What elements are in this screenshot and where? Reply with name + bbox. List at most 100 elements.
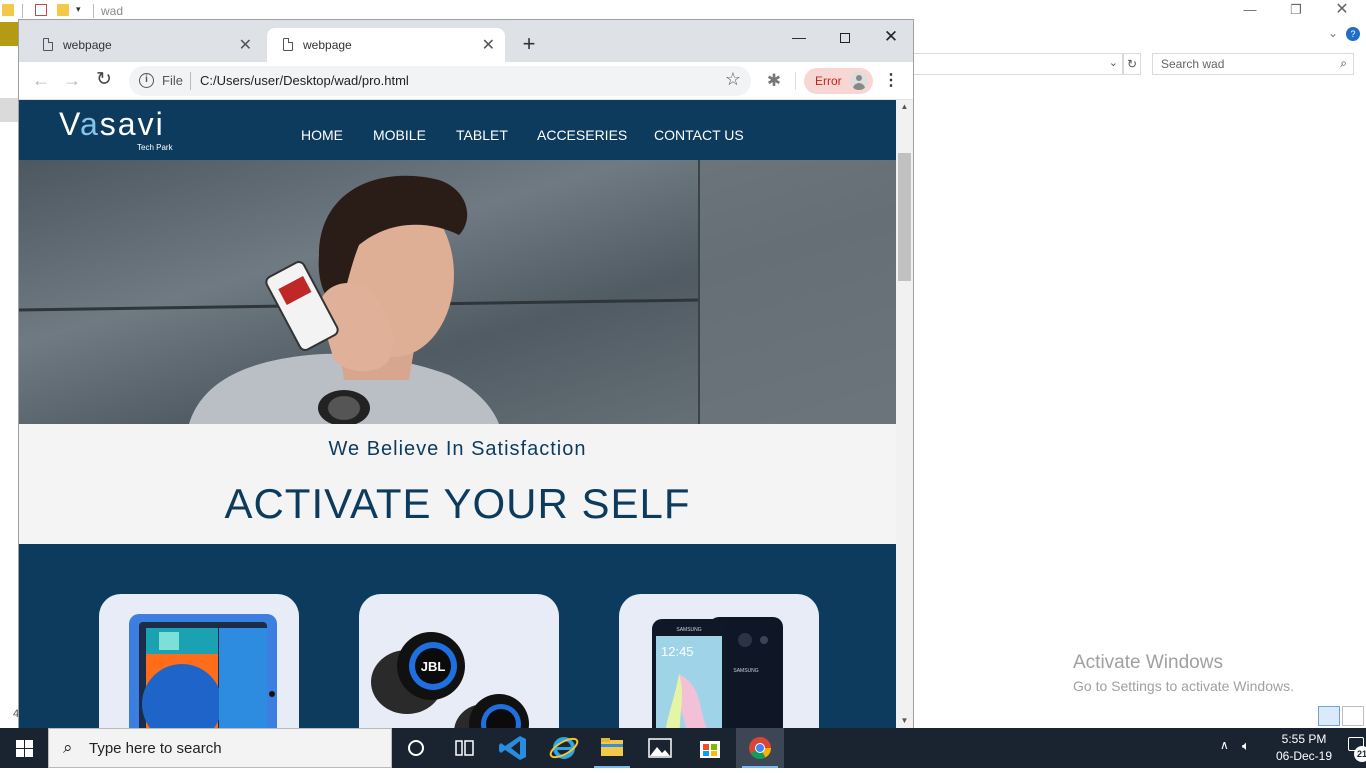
close-tab-icon[interactable]: ✕ [239, 35, 252, 55]
help-icon[interactable]: ? [1346, 27, 1360, 41]
earbuds-image: JBL [371, 632, 529, 728]
avatar-icon [850, 72, 868, 90]
nav-tablet[interactable]: TABLET [456, 127, 508, 143]
explorer-title: wad [101, 4, 124, 18]
windows-logo-pane [25, 740, 33, 748]
taskbar-search-placeholder: Type here to search [89, 740, 222, 757]
clock-date: 06-Dec-19 [1275, 749, 1333, 763]
explorer-minimize-button[interactable]: — [1227, 0, 1273, 22]
menu-kebab-icon[interactable]: ⋮ [883, 72, 899, 92]
divider [190, 72, 191, 90]
task-view-icon [455, 740, 474, 756]
minimize-button[interactable]: — [776, 24, 822, 50]
earbuds-brand-text: JBL [421, 659, 446, 674]
address-bar[interactable]: i File C:/Users/user/Desktop/wad/pro.htm… [129, 66, 751, 96]
expand-ribbon-icon[interactable]: ⌄ [1328, 26, 1338, 40]
nav-contact-us[interactable]: CONTACT US [654, 127, 744, 143]
chrome-taskbar-button[interactable] [736, 728, 784, 768]
photos-taskbar-button[interactable] [636, 728, 684, 768]
phone-screen-time: 12:45 [661, 644, 694, 659]
activate-title: Activate Windows [1073, 652, 1223, 673]
activate-subtitle: Go to Settings to activate Windows. [1073, 678, 1294, 694]
file-explorer-taskbar-button[interactable] [588, 728, 636, 768]
task-view-button[interactable] [440, 728, 488, 768]
photos-icon [648, 738, 672, 758]
product-card-tablet[interactable] [99, 594, 299, 728]
logo-accent: a [79, 106, 100, 142]
tagline: We Believe In Satisfaction [328, 438, 587, 460]
nav-home[interactable]: HOME [301, 127, 343, 143]
divider [93, 4, 94, 18]
site-header: Vasavi Tech Park HOME MOBILE TABLET ACCE… [19, 100, 896, 160]
chrome-icon [749, 737, 771, 759]
volume-icon[interactable]: 🔈︎ [1242, 738, 1250, 754]
clock-time: 5:55 PM [1281, 732, 1327, 746]
taskbar-search-input[interactable]: ⌕ Type here to search [48, 728, 392, 768]
close-tab-icon[interactable]: ✕ [482, 35, 495, 55]
logo-subtitle: Tech Park [137, 143, 173, 152]
cortana-icon [408, 740, 424, 756]
new-folder-icon[interactable] [57, 4, 69, 16]
new-tab-button[interactable]: + [517, 33, 541, 57]
maximize-button[interactable] [822, 24, 868, 50]
explorer-close-button[interactable]: ✕ [1319, 0, 1365, 22]
customize-quick-access-icon[interactable]: ▾ [76, 4, 81, 15]
close-window-button[interactable]: ✕ [868, 24, 914, 50]
scroll-up-arrow-icon[interactable]: ▲ [896, 100, 913, 114]
profile-status: Error [815, 74, 842, 88]
tab-strip: webpage ✕ webpage ✕ + — ✕ [19, 20, 913, 62]
large-icons-view-icon[interactable] [1342, 706, 1364, 726]
nav-mobile[interactable]: MOBILE [373, 127, 426, 143]
scroll-thumb[interactable] [898, 153, 911, 281]
product-card-smartphone[interactable]: SAMSUNG SAMSUNG 12:45 [619, 594, 819, 728]
vscode-taskbar-button[interactable] [490, 728, 538, 768]
explorer-ribbon-strip [0, 22, 19, 46]
product-card-earbuds[interactable]: JBL [359, 594, 559, 728]
explorer-restore-button[interactable]: ❐ [1273, 0, 1319, 22]
explorer-search-placeholder: Search wad [1161, 57, 1225, 71]
windows-logo-pane [25, 749, 33, 757]
internet-explorer-icon [549, 737, 579, 759]
site-logo[interactable]: Vasavi [59, 106, 165, 143]
url-text[interactable]: C:/Users/user/Desktop/wad/pro.html [200, 73, 409, 88]
internet-explorer-taskbar-button[interactable] [540, 728, 588, 768]
bookmark-star-icon[interactable]: ☆ [725, 69, 741, 90]
headline: ACTIVATE YOUR SELF [224, 480, 691, 527]
profile-error-button[interactable]: Error [804, 68, 873, 94]
start-button[interactable] [0, 728, 48, 768]
vertical-scrollbar[interactable]: ▲ ▼ [896, 100, 913, 728]
nav-acceseries[interactable]: ACCESERIES [537, 127, 627, 143]
properties-icon[interactable] [35, 4, 47, 16]
store-taskbar-button[interactable] [686, 728, 734, 768]
cortana-button[interactable] [392, 728, 440, 768]
search-icon: ⌕ [63, 738, 73, 757]
chrome-window: webpage ✕ webpage ✕ + — ✕ ← → ↻ i File C… [18, 19, 914, 728]
tab-webpage-2[interactable]: webpage ✕ [267, 28, 505, 62]
forward-button[interactable]: → [62, 71, 82, 91]
divider [795, 72, 796, 90]
phone-front-brand: SAMSUNG [676, 627, 701, 633]
show-hidden-icons-icon[interactable]: ∧ [1220, 738, 1229, 752]
explorer-search-input[interactable]: Search wad ⌕ [1152, 53, 1354, 75]
refresh-icon[interactable]: ↻ [1123, 53, 1141, 75]
extension-puzzle-icon[interactable]: ✱ [764, 71, 784, 91]
tab-title: webpage [63, 38, 112, 52]
clock[interactable]: 5:55 PM 06-Dec-19 [1274, 731, 1334, 765]
windows-logo-pane [16, 749, 24, 757]
store-icon [700, 741, 720, 758]
maximize-icon [840, 33, 850, 44]
smartphone-image: SAMSUNG SAMSUNG 12:45 [652, 617, 783, 728]
back-button[interactable]: ← [31, 71, 51, 91]
scroll-down-arrow-icon[interactable]: ▼ [896, 714, 913, 728]
details-view-icon[interactable] [1318, 706, 1340, 726]
tab-webpage-1[interactable]: webpage ✕ [27, 28, 262, 62]
notification-count-badge: 21 [1354, 746, 1366, 762]
address-dropdown-icon[interactable]: ⌄ [1109, 56, 1118, 69]
explorer-address-bar[interactable]: ⌄ [913, 53, 1123, 75]
divider [22, 4, 23, 18]
info-icon[interactable]: i [139, 73, 154, 88]
tablet-image [129, 614, 277, 728]
phone-back-brand: SAMSUNG [733, 668, 758, 674]
reload-button[interactable]: ↻ [94, 70, 114, 91]
taskbar: ⌕ Type here to search ∧ 🔈︎ 5:55 PM 06-De… [0, 728, 1366, 768]
